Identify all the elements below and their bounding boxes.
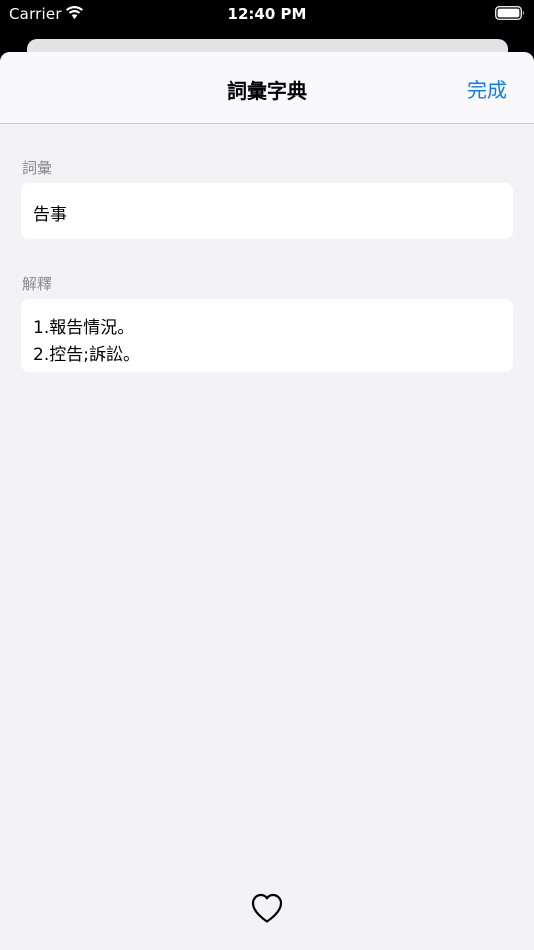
definition-section-label: 解釋 bbox=[22, 275, 53, 293]
status-time: 12:40 PM bbox=[227, 5, 307, 23]
done-button[interactable]: 完成 bbox=[467, 74, 507, 103]
term-section-label: 詞彙 bbox=[22, 159, 53, 177]
page-title: 詞彙字典 bbox=[227, 79, 307, 103]
heart-icon[interactable] bbox=[250, 892, 284, 924]
term-field: 告事 bbox=[21, 183, 513, 239]
term-value: 告事 bbox=[33, 205, 67, 225]
status-bar: Carrier 12:40 PM bbox=[0, 0, 534, 30]
definition-field: 1.報告情況。 2.控告;訴訟。 bbox=[21, 299, 513, 372]
dictionary-sheet: 詞彙字典 完成 詞彙 告事 解釋 1.報告情況。 2.控告;訴訟。 bbox=[0, 52, 534, 950]
definition-line: 2.控告;訴訟。 bbox=[33, 345, 140, 365]
navigation-bar: 詞彙字典 完成 bbox=[0, 52, 534, 124]
definition-line: 1.報告情況。 bbox=[33, 318, 135, 338]
battery-icon bbox=[495, 6, 525, 20]
